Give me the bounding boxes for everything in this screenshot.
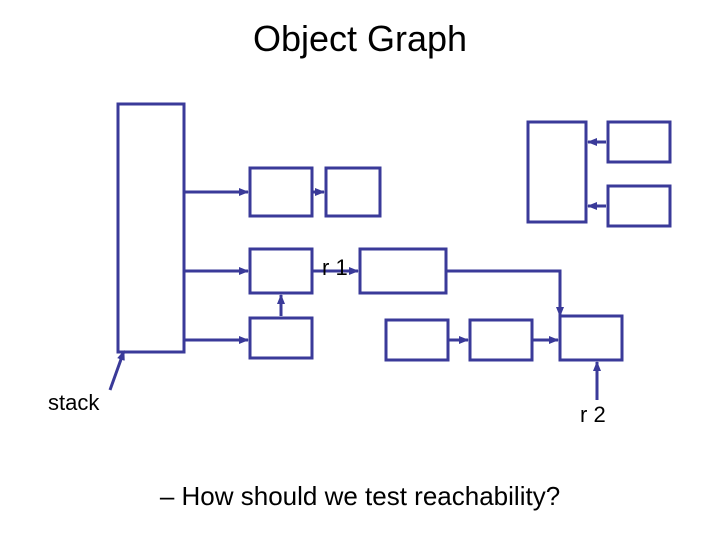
node-b12 [326, 168, 380, 216]
node-topR3 [608, 186, 670, 226]
arrow [110, 351, 124, 390]
node-b11 [250, 168, 312, 216]
node-b21 [250, 249, 312, 293]
object-graph-svg [0, 0, 720, 540]
label-r2: r 2 [580, 402, 606, 428]
node-b33 [470, 320, 532, 360]
question-text: – How should we test reachability? [0, 481, 720, 512]
node-topR1 [528, 122, 586, 222]
node-topR2 [608, 122, 670, 162]
node-b22 [360, 249, 446, 293]
label-r1: r 1 [322, 255, 348, 281]
label-stack: stack [48, 390, 99, 416]
node-b31 [250, 318, 312, 358]
arrow [446, 271, 560, 316]
node-b34 [560, 316, 622, 360]
node-b32 [386, 320, 448, 360]
node-stack [118, 104, 184, 352]
